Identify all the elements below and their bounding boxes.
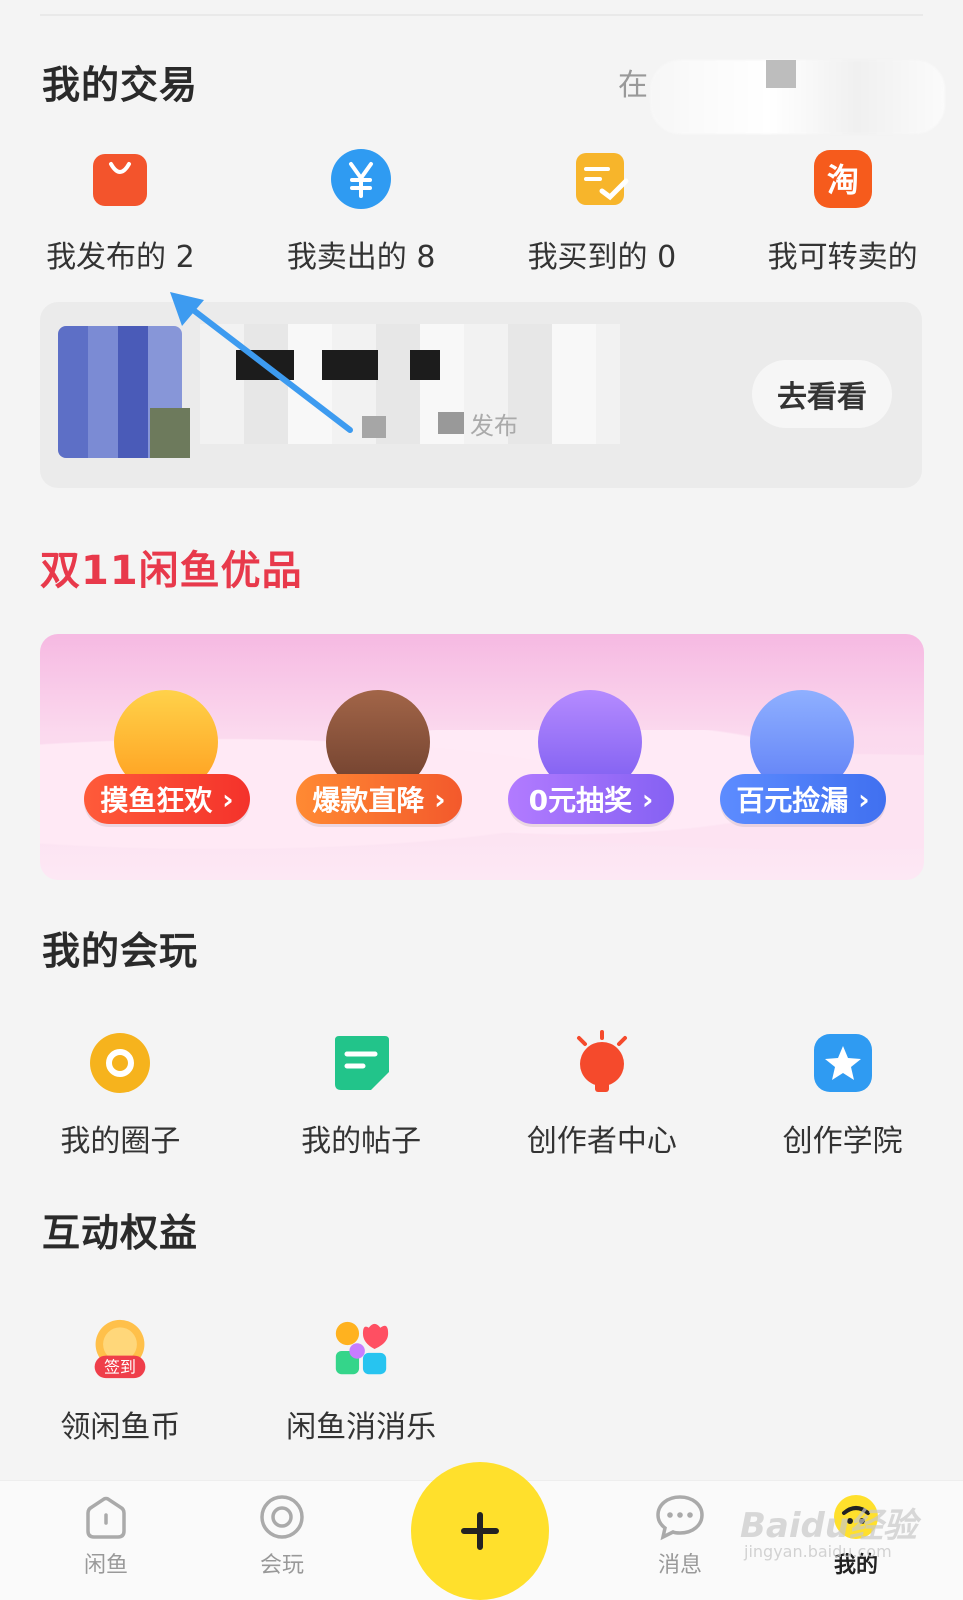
promo-title: 双11闲鱼优品 <box>40 548 303 594</box>
play-item-label: 我的帖子 <box>301 1124 422 1159</box>
play-shortcuts: 我的圈子 我的帖子 创作者中心 创作学院 <box>0 1030 963 1160</box>
rights-item-label: 领闲鱼币 <box>60 1410 181 1445</box>
sign-in-coin-icon: 签到 <box>89 1318 151 1380</box>
promo-item-fish-carnival[interactable]: 摸鱼狂欢 › <box>84 690 250 850</box>
rights-item-label: 闲鱼消消乐 <box>286 1410 437 1445</box>
publish-button[interactable] <box>411 1462 549 1600</box>
redacted-bar <box>410 350 440 380</box>
trade-status-text: 在 <box>618 68 648 103</box>
ring-icon <box>260 1495 304 1539</box>
top-divider <box>40 14 923 16</box>
promo-label: 爆款直降 <box>312 784 425 817</box>
post-note-icon <box>330 1032 392 1094</box>
receipt-check-icon <box>571 148 633 210</box>
circle-ring-icon <box>89 1032 151 1094</box>
play-item-circles[interactable]: 我的圈子 <box>0 1032 241 1160</box>
blurred-region <box>650 60 945 134</box>
chat-icon <box>656 1495 704 1541</box>
section-title-rights: 互动权益 <box>42 1211 199 1255</box>
trade-item-label: 我买到的 0 <box>527 240 677 275</box>
trade-item-sold[interactable]: 我卖出的 8 <box>241 148 482 276</box>
trade-item-label: 我可转卖的 <box>767 240 918 275</box>
promo-pill: 爆款直降 › <box>296 774 462 824</box>
nav-label: 会玩 <box>259 1553 304 1578</box>
play-item-creator-center[interactable]: 创作者中心 <box>482 1030 723 1160</box>
plus-icon <box>461 1512 499 1550</box>
promo-item-price-drop[interactable]: 爆款直降 › <box>296 690 462 850</box>
trade-item-label: 我卖出的 8 <box>286 240 436 275</box>
promo-item-free-lottery[interactable]: 0元抽奖 › <box>508 690 674 850</box>
play-item-label: 我的圈子 <box>60 1124 181 1159</box>
trade-shortcuts: 我发布的 2 我卖出的 8 我买到的 0 淘 我可转卖的 <box>0 148 963 276</box>
promo-pill: 0元抽奖 › <box>508 774 674 824</box>
home-icon <box>86 1496 126 1539</box>
rights-item-game[interactable]: 闲鱼消消乐 <box>241 1318 482 1446</box>
trade-item-label: 我发布的 2 <box>46 240 195 275</box>
rights-item-coins[interactable]: 签到 领闲鱼币 <box>0 1318 241 1446</box>
sign-in-badge: 签到 <box>104 1357 136 1376</box>
promo-label: 摸鱼狂欢 <box>100 784 213 817</box>
blurred-block <box>766 60 796 88</box>
svg-text:淘: 淘 <box>827 161 859 199</box>
promo-item-bargain[interactable]: 百元捡漏 › <box>720 690 886 850</box>
section-title-trade: 我的交易 <box>42 63 199 107</box>
nav-item-messages[interactable]: 消息 <box>620 1491 740 1579</box>
play-item-posts[interactable]: 我的帖子 <box>241 1032 482 1160</box>
taobao-icon: 淘 <box>812 148 874 210</box>
trade-item-bought[interactable]: 我买到的 0 <box>482 148 723 276</box>
yen-coin-icon <box>330 148 392 210</box>
watermark: Baidu经验 <box>740 1506 918 1546</box>
trade-item-published[interactable]: 我发布的 2 <box>0 148 241 276</box>
promo-label: 0元抽奖 <box>528 784 633 817</box>
watermark-url: jingyan.baidu.com <box>744 1542 892 1561</box>
shopping-bag-icon <box>89 148 151 210</box>
star-badge-icon <box>812 1032 874 1094</box>
play-item-label: 创作者中心 <box>526 1124 677 1159</box>
play-item-creator-academy[interactable]: 创作学院 <box>722 1032 963 1160</box>
rights-shortcuts: 签到 领闲鱼币 闲鱼消消乐 <box>0 1318 963 1446</box>
nav-item-home[interactable]: 闲鱼 <box>46 1491 166 1579</box>
lightbulb-icon <box>571 1030 633 1094</box>
trade-item-resell[interactable]: 淘 我可转卖的 <box>722 148 963 276</box>
card-subtext: 发布 <box>470 412 518 440</box>
redacted-block <box>438 412 464 434</box>
promo-label: 百元捡漏 <box>736 784 849 817</box>
section-title-play: 我的会玩 <box>42 929 199 973</box>
nav-label: 消息 <box>657 1553 702 1578</box>
nav-label: 闲鱼 <box>83 1553 128 1578</box>
promo-pill: 百元捡漏 › <box>720 774 886 824</box>
promo-banner: 摸鱼狂欢 › 爆款直降 › 0元抽奖 › 百元捡漏 › <box>40 634 924 880</box>
go-see-button[interactable]: 去看看 <box>752 360 892 428</box>
puzzle-game-icon <box>330 1318 392 1380</box>
promo-pill: 摸鱼狂欢 › <box>84 774 250 824</box>
play-item-label: 创作学院 <box>782 1124 903 1159</box>
nav-item-play[interactable]: 会玩 <box>222 1491 342 1579</box>
annotation-arrow-icon <box>170 292 353 433</box>
